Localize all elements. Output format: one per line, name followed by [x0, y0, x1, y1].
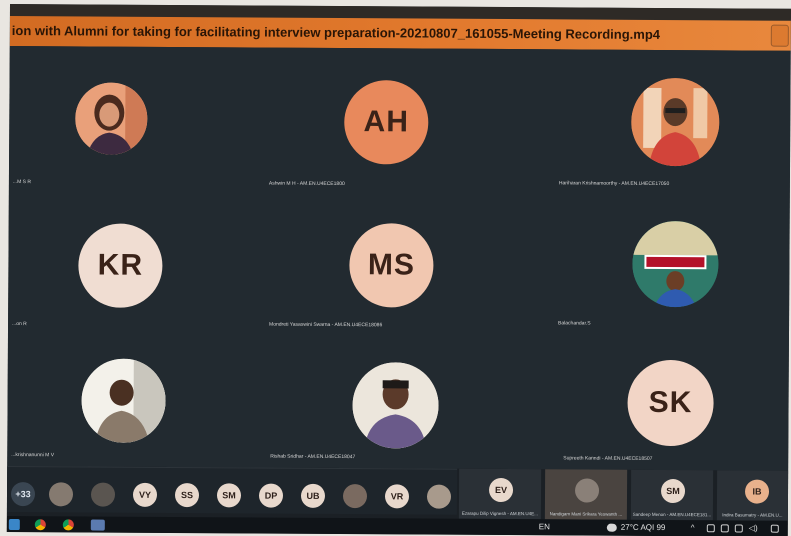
participant-strip: +33 VY SS SM DP UB VR EV Ezarapu Dilip V…: [6, 465, 789, 521]
participant-avatar: AH: [344, 80, 429, 165]
participant-tile: AH Ashwin M H - AM.EN.U4ECE1800: [264, 48, 525, 190]
app-icon[interactable]: [90, 519, 105, 531]
participant-name: Hariharan Krishnamoorthy - AM.EN.U4ECE17…: [558, 180, 670, 188]
window-title: ion with Alumni for taking for facilitat…: [11, 23, 661, 42]
participant-chip[interactable]: VR: [384, 484, 410, 509]
participant-name: Indira Basumatry - AM.EN.U...: [722, 512, 783, 518]
participant-tile: Rishab Sridhar - AM.EN.U4ECE18047: [262, 338, 523, 470]
participant-photo: [632, 220, 719, 308]
participant-chip: [574, 478, 600, 503]
app-icon[interactable]: [734, 524, 743, 533]
participant-avatar: KR: [78, 223, 163, 308]
app-icon[interactable]: [720, 524, 729, 533]
participant-chip[interactable]: [48, 482, 74, 507]
overflow-participants: +33 VY SS SM DP UB VR: [6, 465, 458, 515]
participant-chip: SM: [660, 478, 686, 504]
cloud-icon: [606, 523, 617, 532]
participant-photo: [352, 362, 439, 449]
participant-tile: MS Mondreti Yasaswini Swarna - AM.EN.U4E…: [263, 193, 524, 335]
participant-name: ...on R: [12, 321, 27, 328]
volume-icon[interactable]: ◁): [749, 524, 758, 533]
participant-tile: KR ...on R: [8, 191, 259, 333]
participant-chip[interactable]: [426, 484, 452, 509]
participant-avatar: SK: [627, 359, 714, 447]
language-indicator[interactable]: EN: [539, 522, 550, 531]
window-control-button[interactable]: [770, 24, 789, 47]
network-icon[interactable]: [706, 524, 715, 533]
participant-name: Supreeth Kanndi - AM.EN.U4ECE18507: [563, 455, 653, 462]
more-participants-button[interactable]: +33: [10, 482, 36, 507]
participant-card[interactable]: SM Sandeep Menon - AM.EN.U4ECE181...: [630, 469, 714, 521]
participant-chip[interactable]: [342, 484, 368, 509]
participant-photo: [631, 77, 720, 167]
pen-icon[interactable]: [770, 524, 779, 533]
participant-tile: ...M S R: [9, 46, 260, 188]
participant-name: Mondreti Yasaswini Swarna - AM.EN.U4ECE1…: [269, 321, 383, 329]
participant-chip[interactable]: SM: [216, 483, 242, 508]
chrome-profile-icon[interactable]: [62, 519, 74, 531]
participant-chip[interactable]: [90, 482, 116, 507]
participant-chip[interactable]: DP: [258, 483, 284, 508]
participant-card[interactable]: EV Ezarapu Dilip Vignesh - AM.EN.U4E...: [458, 468, 542, 520]
participant-card[interactable]: Nandigam Mani Srikara Yeswanth ...: [544, 469, 628, 520]
participant-name: ...M S R: [12, 179, 31, 186]
title-bar: ion with Alumni for taking for facilitat…: [9, 15, 791, 51]
participant-tile: SK Supreeth Kanndi - AM.EN.U4ECE18507: [527, 339, 789, 471]
windows-logo-icon[interactable]: [8, 519, 20, 531]
participant-photo: [75, 82, 148, 155]
participant-photo: [81, 358, 166, 443]
participant-avatar: MS: [349, 223, 434, 308]
participant-name: Balachandar.S: [558, 320, 591, 327]
participant-name: Nandigam Mani Srikara Yeswanth ...: [549, 511, 623, 517]
participant-name: Sandeep Menon - AM.EN.U4ECE181...: [632, 511, 712, 518]
participant-name: ...krishnanunni M V: [11, 452, 55, 459]
participant-chip: EV: [488, 477, 514, 503]
participant-tile: Hariharan Krishnamoorthy - AM.EN.U4ECE17…: [529, 49, 791, 191]
participant-chip[interactable]: VY: [132, 482, 158, 507]
participant-tile: Balachandar.S: [528, 194, 790, 336]
video-grid: ...M S R AH Ashwin M H - AM.EN.U4ECE1800…: [7, 45, 791, 471]
participant-chip: IB: [744, 479, 770, 504]
chrome-icon[interactable]: [34, 519, 46, 531]
chevron-up-icon[interactable]: ^: [691, 523, 695, 532]
weather-widget[interactable]: 27°C AQI 99: [621, 523, 666, 532]
participant-chip[interactable]: SS: [174, 483, 200, 508]
participant-name: Rishab Sridhar - AM.EN.U4ECE18047: [270, 453, 356, 461]
participant-chip[interactable]: UB: [300, 483, 326, 508]
participant-name: Ashwin M H - AM.EN.U4ECE1800: [268, 180, 345, 188]
participant-card[interactable]: IB Indira Basumatry - AM.EN.U...: [716, 470, 789, 521]
participant-name: Ezarapu Dilip Vignesh - AM.EN.U4E...: [461, 510, 538, 517]
monitor-screen: ion with Alumni for taking for facilitat…: [6, 4, 791, 536]
participant-tile: ...krishnanunni M V: [7, 336, 258, 468]
